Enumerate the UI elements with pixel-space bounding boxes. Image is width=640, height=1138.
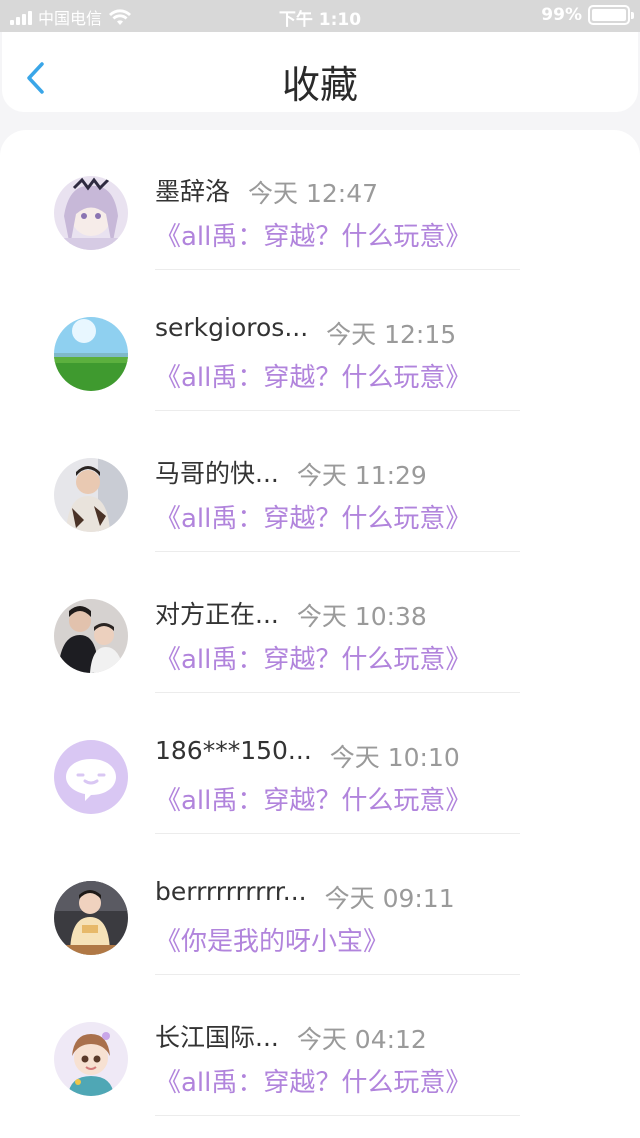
timestamp: 今天 10:38 [296, 602, 427, 631]
favorite-item[interactable]: serkgioros... 今天 12:15 《all禹：穿越？什么玩意》 [0, 271, 640, 412]
timestamp: 今天 12:15 [326, 320, 457, 349]
person-photo-avatar[interactable] [54, 458, 128, 532]
story-title-link[interactable]: 《all禹：穿越？什么玩意》 [155, 357, 471, 394]
user-name: 马哥的快... [155, 459, 279, 488]
nav-bar: 收藏 [2, 32, 638, 112]
couple-photo-avatar[interactable] [54, 599, 128, 673]
default-chat-avatar[interactable] [54, 740, 128, 814]
battery-icon [588, 5, 634, 25]
status-right: 99% [541, 5, 634, 25]
timestamp: 今天 10:10 [329, 743, 460, 772]
timestamp: 今天 09:11 [324, 884, 455, 913]
user-name: 墨辞洛 [155, 177, 231, 206]
row-divider [155, 1115, 520, 1116]
landscape-avatar[interactable] [54, 317, 128, 391]
row-divider [155, 974, 520, 975]
user-name: serkgioros... [155, 313, 309, 342]
cartoon-boy-avatar[interactable] [54, 1022, 128, 1096]
favorite-item[interactable]: 长江国际... 今天 04:12 《all禹：穿越？什么玩意》 [0, 976, 640, 1117]
story-title-link[interactable]: 《all禹：穿越？什么玩意》 [155, 216, 471, 253]
story-title-link[interactable]: 《all禹：穿越？什么玩意》 [155, 780, 471, 817]
favorite-item[interactable]: 马哥的快... 今天 11:29 《all禹：穿越？什么玩意》 [0, 412, 640, 553]
favorite-item[interactable]: berrrrrrrrrr... 今天 09:11 《你是我的呀小宝》 [0, 835, 640, 976]
story-title-link[interactable]: 《你是我的呀小宝》 [155, 921, 389, 958]
timestamp: 今天 11:29 [296, 461, 427, 490]
story-title-link[interactable]: 《all禹：穿越？什么玩意》 [155, 498, 471, 535]
status-bar: 中国电信 下午 1:10 99% [0, 0, 640, 32]
row-divider [155, 410, 520, 411]
favorite-item[interactable]: 对方正在... 今天 10:38 《all禹：穿越？什么玩意》 [0, 553, 640, 694]
user-name: 长江国际... [155, 1023, 279, 1052]
story-title-link[interactable]: 《all禹：穿越？什么玩意》 [155, 1062, 471, 1099]
user-name: berrrrrrrrrr... [155, 877, 307, 906]
page-title: 收藏 [281, 63, 358, 107]
row-divider [155, 551, 520, 552]
favorite-item[interactable]: 186***150... 今天 10:10 《all禹：穿越？什么玩意》 [0, 694, 640, 835]
user-name: 186***150... [155, 736, 312, 765]
battery-percent: 99% [541, 5, 582, 25]
row-divider [155, 833, 520, 834]
favorites-list: 墨辞洛 今天 12:47 《all禹：穿越？什么玩意》 serkgioros... 今天… [0, 130, 640, 1138]
story-title-link[interactable]: 《all禹：穿越？什么玩意》 [155, 639, 471, 676]
favorite-item[interactable]: 墨辞洛 今天 12:47 《all禹：穿越？什么玩意》 [0, 130, 640, 271]
row-divider [155, 692, 520, 693]
user-name: 对方正在... [155, 600, 279, 629]
timestamp: 今天 12:47 [248, 179, 379, 208]
row-divider [155, 269, 520, 270]
battery-fill [592, 9, 626, 21]
anime-girl-avatar[interactable] [54, 176, 128, 250]
timestamp: 今天 04:12 [296, 1025, 427, 1054]
child-photo-avatar[interactable] [54, 881, 128, 955]
